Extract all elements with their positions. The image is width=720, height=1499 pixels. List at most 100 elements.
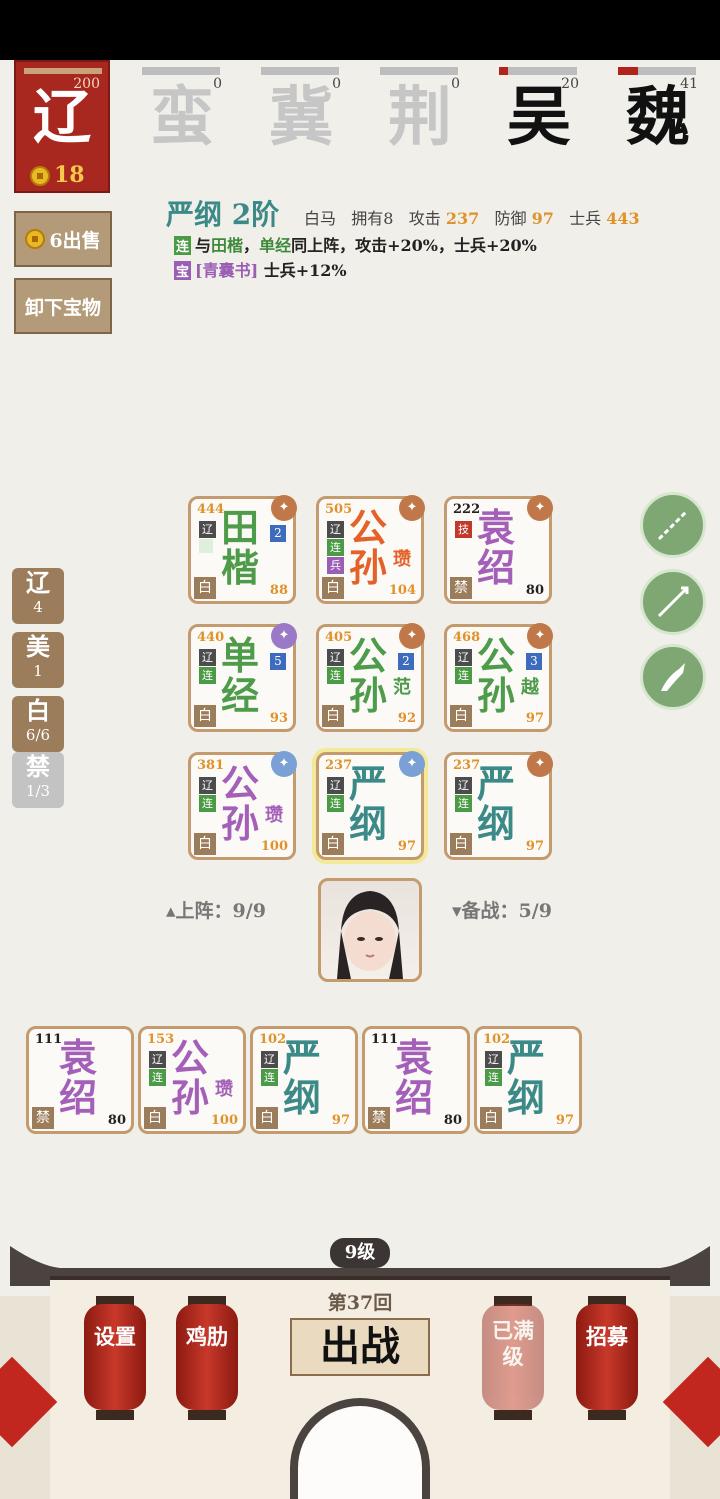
unit-class-icon: ✦	[271, 495, 297, 521]
unit-badge-lian: 连	[149, 1069, 166, 1086]
unit-power: 80	[443, 1113, 462, 1128]
faction-filter-name: 美	[26, 632, 50, 661]
enemy-faction-4[interactable]: 41 魏	[618, 64, 698, 164]
unit-badges: 辽连	[455, 777, 473, 813]
reserve-unit-4[interactable]: 102 严纲辽连白 97	[474, 1026, 582, 1134]
unit-class-icon: ✦	[527, 751, 553, 777]
treasure-effect: 士兵+12%	[258, 261, 347, 280]
enemy-faction-1[interactable]: 0冀	[261, 64, 341, 164]
unit-grade: 白	[194, 833, 216, 855]
formation-slot-2[interactable]: 222 袁绍技禁 80 ✦	[444, 495, 553, 604]
unit-badge-lian: 连	[455, 667, 472, 684]
horse-skill-button[interactable]	[640, 644, 706, 710]
treasure-line: 宝 [青囊书] 士兵+12%	[174, 257, 347, 281]
formation-slot-7[interactable]: 237 严纲辽连白 97 ✦	[316, 751, 425, 860]
unit-name-char-1: 袁	[477, 505, 516, 550]
reserve-unit-3[interactable]: 111 袁绍禁 80	[362, 1026, 470, 1134]
settings-lantern-button[interactable]: 设置	[84, 1292, 146, 1422]
unit-grade: 白	[144, 1107, 166, 1129]
spear-icon	[657, 586, 689, 618]
unit-badge-lian: 连	[327, 667, 344, 684]
unit-name-char-2: 孙	[221, 801, 260, 846]
unit-class-icon: ✦	[271, 623, 297, 649]
reserve-unit-1[interactable]: 153 公孙瓒辽连白 100	[138, 1026, 246, 1134]
unequip-treasure-button[interactable]: 卸下宝物	[14, 278, 112, 334]
faction-filter-0[interactable]: 辽4	[12, 568, 64, 624]
unit-badges: 辽连	[199, 649, 217, 685]
faction-filter-1[interactable]: 美1	[12, 632, 64, 688]
sell-button[interactable]: 6出售	[14, 211, 112, 267]
formation-slot-1[interactable]: 505 公孙瓒辽连兵白 104 ✦	[316, 495, 425, 604]
unit-stats: 白马 拥有8 攻击 237 防御 97 士兵 443	[304, 205, 640, 229]
unit-grade: 白	[322, 577, 344, 599]
unit-badge-lian: 连	[485, 1069, 502, 1086]
chicken-rib-lantern-button[interactable]: 鸡肋	[176, 1292, 238, 1422]
advisor-avatar[interactable]	[318, 878, 422, 982]
max-level-lantern-button[interactable]: 已满级	[482, 1292, 544, 1422]
spear-skill-button[interactable]	[640, 569, 706, 635]
unit-power: 97	[525, 839, 544, 854]
enemy-faction-name: 荆	[388, 80, 452, 155]
unit-badge-ligao: 辽	[455, 777, 472, 794]
unit-name-char-1: 单	[221, 633, 260, 678]
player-faction-card[interactable]: 200 辽 18	[14, 60, 110, 193]
enemy-faction-0[interactable]: 0蛮	[142, 64, 222, 164]
horse-icon	[661, 663, 685, 691]
unit-name-char-1: 严	[349, 761, 388, 806]
reserve-unit-2[interactable]: 102 严纲辽连白 97	[250, 1026, 358, 1134]
unit-power: 100	[210, 1113, 238, 1128]
unit-badges: 技	[455, 521, 473, 539]
unit-badge-ligao: 辽	[149, 1051, 166, 1068]
unit-level: 5	[270, 653, 286, 670]
unit-power: 104	[388, 583, 416, 598]
unit-name-char-1: 公	[349, 505, 388, 550]
faction-filter-3[interactable]: 禁 1/3	[12, 752, 64, 808]
unit-class-icon: ✦	[399, 623, 425, 649]
faction-filter-name: 禁	[26, 752, 50, 781]
unit-badges: 辽	[199, 521, 217, 539]
faction-filter-count: 1	[33, 662, 43, 680]
own-count: 拥有8	[351, 209, 394, 228]
unit-badge-ligao: 辽	[327, 777, 344, 794]
unit-grade: 白	[450, 705, 472, 727]
enemy-faction-3[interactable]: 20 吴	[499, 64, 579, 164]
enemy-faction-name: 蛮	[150, 80, 214, 155]
formation-slot-4[interactable]: 405 公孙范辽连白 92 ✦ 2	[316, 623, 425, 732]
unit-badges: 辽连	[149, 1051, 167, 1087]
lantern-base	[494, 1410, 532, 1420]
soldier-value: 443	[606, 209, 640, 228]
unit-power: 92	[397, 711, 416, 726]
unit-name-sub: 范	[393, 677, 411, 698]
level-badge: 9级	[330, 1238, 390, 1268]
unit-class-icon: ✦	[527, 495, 553, 521]
unit-class-icon: ✦	[399, 751, 425, 777]
enemy-faction-2[interactable]: 0荆	[380, 64, 460, 164]
unit-name-char-2: 纲	[283, 1075, 322, 1120]
unit-name-char-2: 绍	[59, 1075, 98, 1120]
unit-power: 93	[269, 711, 288, 726]
battle-button[interactable]: 出战	[290, 1318, 430, 1376]
unit-power: 80	[107, 1113, 126, 1128]
unit-badge-lian: 连	[455, 795, 472, 812]
player-coins: 18	[30, 162, 85, 188]
formation-slot-5[interactable]: 468 公孙越辽连白 97 ✦ 3	[444, 623, 553, 732]
advisor-portrait	[337, 891, 403, 979]
status-bar	[0, 0, 720, 60]
unit-power: 80	[525, 583, 544, 598]
faction-filter-2[interactable]: 白 6/6	[12, 696, 64, 752]
unit-name-char-1: 严	[477, 761, 516, 806]
formation-slot-3[interactable]: 440 单经辽连白 93 ✦ 5	[188, 623, 297, 732]
chain-skill-button[interactable]	[640, 492, 706, 558]
unit-badges: 辽连兵	[327, 521, 345, 575]
unit-grade: 禁	[32, 1107, 54, 1129]
formation-slot-8[interactable]: 237 严纲辽连白 97 ✦	[444, 751, 553, 860]
formation-slot-0[interactable]: 444 田楷辽白 88 ✦ 2	[188, 495, 297, 604]
reserve-unit-0[interactable]: 111 袁绍禁 80	[26, 1026, 134, 1134]
defense-value: 97	[531, 209, 554, 228]
enemy-strength-bar	[261, 67, 339, 75]
synergy-line: 连与田楷，单经同上阵，攻击+20%，士兵+20%	[174, 232, 537, 256]
enemy-faction-name: 冀	[269, 80, 333, 155]
unit-name-char-2: 绍	[395, 1075, 434, 1120]
formation-slot-6[interactable]: 381 公孙瓒辽连白 100 ✦	[188, 751, 297, 860]
recruit-lantern-button[interactable]: 招募	[576, 1292, 638, 1422]
